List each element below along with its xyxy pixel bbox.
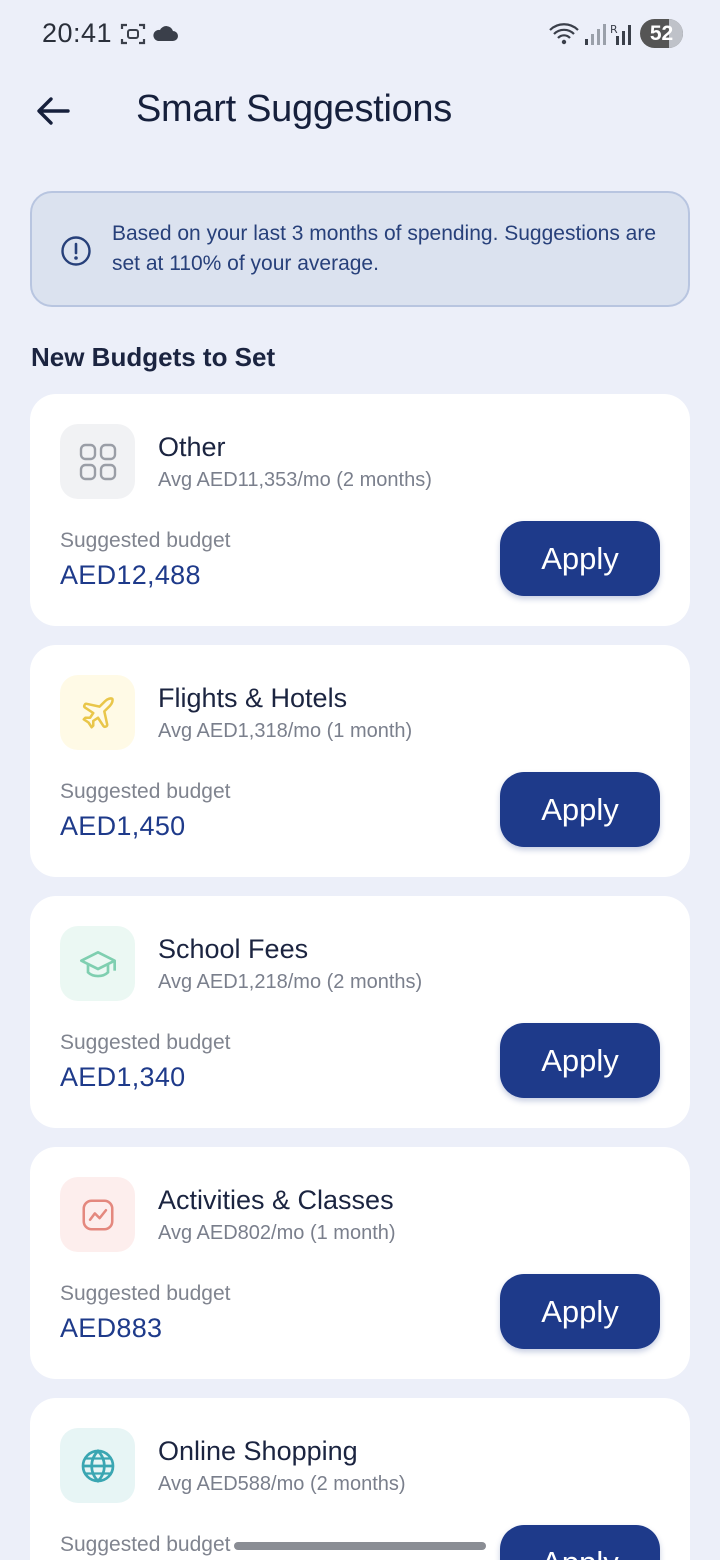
budget-card-other: Other Avg AED11,353/mo (2 months) Sugges…: [30, 394, 690, 626]
category-name: Other: [158, 432, 226, 462]
category-average: Avg AED1,218/mo (2 months): [158, 971, 423, 993]
category-name: School Fees: [158, 934, 309, 964]
signal-roaming-icon: R: [610, 22, 634, 51]
category-average: Avg AED11,353/mo (2 months): [158, 469, 432, 491]
graduation-cap-icon: [60, 926, 135, 1001]
apply-button[interactable]: Apply: [500, 1525, 660, 1560]
home-indicator[interactable]: [234, 1542, 486, 1550]
signal-icon: [584, 22, 606, 51]
suggested-budget-value: AED1,340: [60, 1062, 186, 1092]
grid-icon: [60, 424, 135, 499]
status-time: 20:41: [42, 18, 113, 48]
back-button[interactable]: [30, 88, 76, 134]
apply-button[interactable]: Apply: [500, 1023, 660, 1098]
svg-text:R: R: [610, 23, 618, 36]
apply-button[interactable]: Apply: [500, 772, 660, 847]
battery-level: 52: [649, 22, 674, 45]
category-name: Activities & Classes: [158, 1185, 394, 1215]
suggested-budget-value: AED12,488: [60, 560, 201, 590]
info-banner: Based on your last 3 months of spending.…: [30, 191, 690, 307]
wifi-icon: [548, 22, 580, 51]
category-average: Avg AED1,318/mo (1 month): [158, 720, 413, 742]
battery-indicator: 52: [640, 19, 683, 48]
plane-icon: [60, 675, 135, 750]
suggested-budget-label: Suggested budget: [60, 1282, 231, 1305]
suggested-budget-value: AED1,450: [60, 811, 186, 841]
suggested-budget-label: Suggested budget: [60, 1031, 231, 1054]
category-average: Avg AED802/mo (1 month): [158, 1222, 396, 1244]
screenshot-icon: [120, 22, 146, 51]
info-circle-icon: [60, 235, 92, 272]
suggested-budget-value: AED883: [60, 1313, 163, 1343]
category-name: Online Shopping: [158, 1436, 358, 1466]
budget-card-school-fees: School Fees Avg AED1,218/mo (2 months) S…: [30, 896, 690, 1128]
category-name: Flights & Hotels: [158, 683, 348, 713]
category-average: Avg AED588/mo (2 months): [158, 1473, 406, 1495]
cloud-icon: [152, 26, 178, 47]
section-title: New Budgets to Set: [31, 342, 276, 372]
budget-card-online-shopping: Online Shopping Avg AED588/mo (2 months)…: [30, 1398, 690, 1560]
apply-button[interactable]: Apply: [500, 521, 660, 596]
page-title: Smart Suggestions: [136, 88, 452, 130]
activity-chart-icon: [60, 1177, 135, 1252]
info-text: Based on your last 3 months of spending.…: [112, 222, 657, 275]
suggested-budget-label: Suggested budget: [60, 529, 231, 552]
globe-icon: [60, 1428, 135, 1503]
budget-card-flights-hotels: Flights & Hotels Avg AED1,318/mo (1 mont…: [30, 645, 690, 877]
budget-card-activities-classes: Activities & Classes Avg AED802/mo (1 mo…: [30, 1147, 690, 1379]
suggested-budget-label: Suggested budget: [60, 1533, 231, 1556]
apply-button[interactable]: Apply: [500, 1274, 660, 1349]
arrow-left-icon: [37, 97, 70, 125]
suggested-budget-label: Suggested budget: [60, 780, 231, 803]
status-bar: 20:41 R 52: [0, 0, 720, 68]
